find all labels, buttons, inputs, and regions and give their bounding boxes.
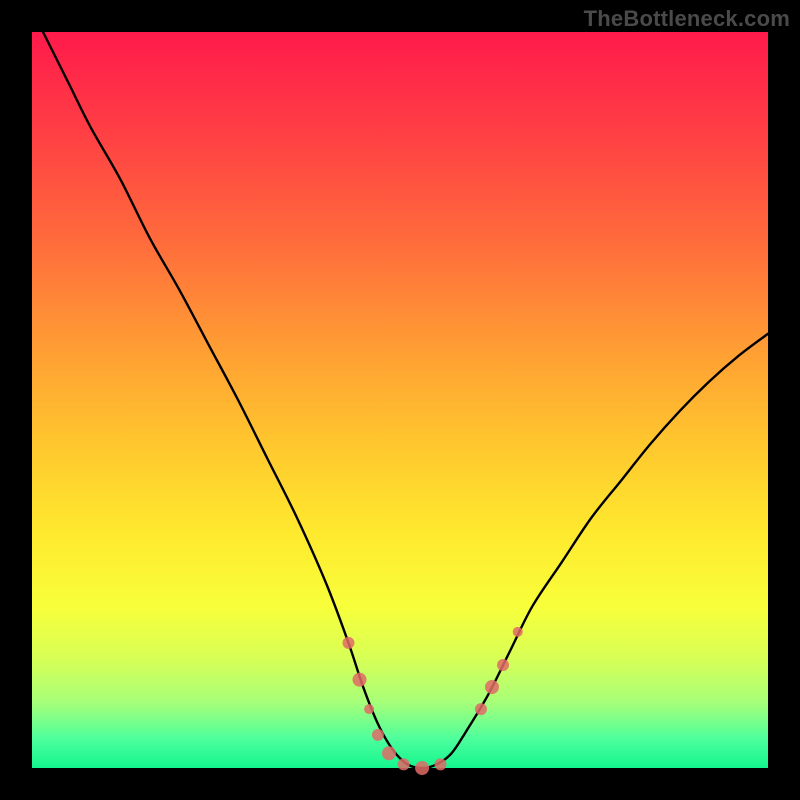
watermark-text: TheBottleneck.com [584,6,790,32]
highlight-dot [485,680,499,694]
highlight-dot [497,659,509,671]
highlight-dot [398,758,410,770]
chart-svg [32,32,768,768]
highlight-dot [342,637,354,649]
highlight-dot [372,729,384,741]
highlight-dot [475,703,487,715]
bottleneck-curve-line [32,10,768,768]
highlight-dot [364,704,374,714]
highlight-dot [513,627,523,637]
chart-frame [32,32,768,768]
highlight-dot [353,673,367,687]
highlight-dot [382,746,396,760]
highlight-dot [415,761,429,775]
highlight-dot [434,758,446,770]
